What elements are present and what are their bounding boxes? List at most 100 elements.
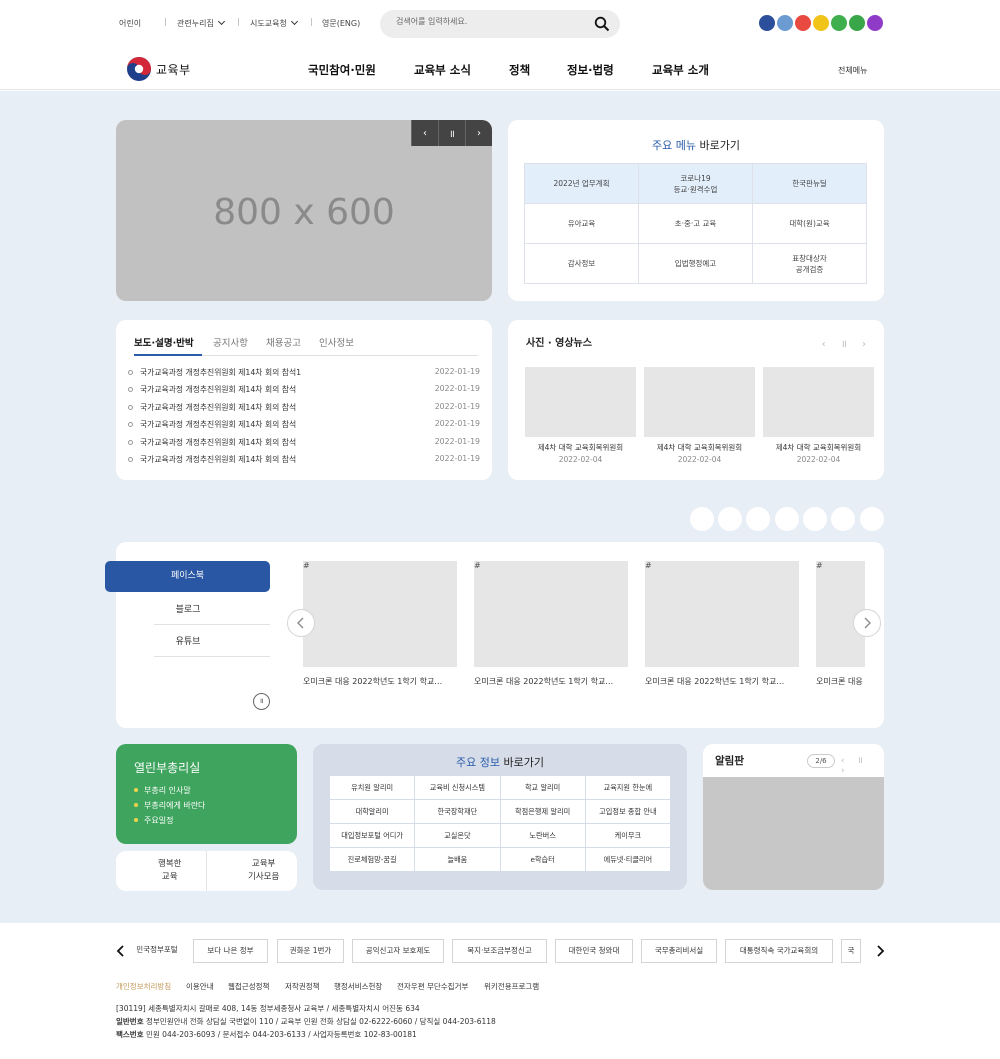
- minister-office-link[interactable]: 주요일정: [134, 815, 173, 826]
- notice-board-image[interactable]: [703, 777, 884, 890]
- press-clippings-link[interactable]: 교육부 기사모음: [248, 858, 279, 884]
- pause-button[interactable]: ॥: [438, 120, 465, 146]
- sns-pause-button[interactable]: ॥: [253, 693, 270, 710]
- policy-link-usage[interactable]: 이용안내: [186, 981, 214, 992]
- color-dot-lightblue[interactable]: [777, 15, 793, 31]
- policy-link-privacy[interactable]: 개인정보처리방침: [116, 981, 171, 992]
- policy-link-wiki[interactable]: 위키전용프로그램: [484, 981, 539, 992]
- info-link[interactable]: 한국장학재단: [414, 799, 501, 824]
- minister-office-title[interactable]: 열린부총리실: [134, 759, 200, 776]
- color-dot-red[interactable]: [795, 15, 811, 31]
- info-link[interactable]: 에듀넷·티클리어: [584, 847, 672, 872]
- quick-menu-item[interactable]: 감사정보: [524, 243, 639, 284]
- sns-next-button[interactable]: [853, 609, 881, 637]
- search-icon[interactable]: [594, 16, 610, 32]
- quick-menu-item[interactable]: 표창대상자 공개검증: [752, 243, 867, 284]
- quick-menu-item[interactable]: 대학(원)교육: [752, 203, 867, 244]
- sns-caption[interactable]: 오미크론 대응 2022학년도 1학기 학교…: [474, 676, 628, 687]
- sns-thumbnail[interactable]: #: [474, 561, 628, 667]
- list-item[interactable]: 국가교육과정 개정추진위원회 제14차 회의 참석 2022-01-19: [128, 419, 480, 436]
- tab-youtube[interactable]: 유튜브: [154, 634, 222, 647]
- color-dot-yellow[interactable]: [813, 15, 829, 31]
- related-site-link[interactable]: 민국정부포털: [126, 939, 188, 963]
- quick-menu-item[interactable]: 초·중·고 교육: [638, 203, 753, 244]
- quick-icon-circle[interactable]: [690, 507, 714, 531]
- sns-prev-button[interactable]: [287, 609, 315, 637]
- photo-thumbnail[interactable]: [644, 367, 755, 437]
- info-link[interactable]: 유치원 알리미: [328, 775, 416, 800]
- minister-office-link[interactable]: 부총리 인사말: [134, 785, 191, 796]
- info-link[interactable]: 학교 알리미: [499, 775, 586, 800]
- prev-button[interactable]: ‹: [411, 120, 438, 146]
- color-dot-green[interactable]: [831, 15, 847, 31]
- info-link[interactable]: 교실온닷: [414, 823, 501, 848]
- util-link-provincial-offices[interactable]: 시도교육청: [250, 17, 298, 29]
- info-link[interactable]: 고입정보 종합 안내: [584, 799, 672, 824]
- gnb-item-about[interactable]: 교육부 소개: [652, 62, 709, 78]
- related-site-link[interactable]: 국무총리비서실: [641, 939, 717, 963]
- related-site-link[interactable]: 공익신고자 보호제도: [352, 939, 444, 963]
- gnb-item-info-law[interactable]: 정보·법령: [567, 62, 614, 78]
- sns-caption[interactable]: 오미크론 대응: [816, 676, 868, 687]
- quick-icon-circle[interactable]: [831, 507, 855, 531]
- sns-thumbnail[interactable]: #: [645, 561, 799, 667]
- util-link-english[interactable]: 영문(ENG): [322, 18, 360, 29]
- photo-caption[interactable]: 제4차 대학 교육회복위원회 2022-02-04: [525, 442, 636, 466]
- notice-board-controls[interactable]: ‹ ॥ ›: [841, 753, 884, 776]
- info-link[interactable]: 진로체험망-꿈길: [328, 847, 416, 872]
- related-site-link[interactable]: 복지·보조금부정신고: [452, 939, 547, 963]
- gnb-item-participation[interactable]: 국민참여·민원: [308, 62, 376, 78]
- info-link[interactable]: 교육비 신청시스템: [414, 775, 501, 800]
- list-item[interactable]: 국가교육과정 개정추진위원회 제14차 회의 참석 2022-01-19: [128, 437, 480, 454]
- color-dot-purple[interactable]: [867, 15, 883, 31]
- info-link[interactable]: 교육지원 한눈에: [584, 775, 672, 800]
- list-item[interactable]: 국가교육과정 개정추진위원회 제14차 회의 참석 2022-01-19: [128, 384, 480, 401]
- color-dot-navy[interactable]: [759, 15, 775, 31]
- list-item[interactable]: 국가교육과정 개정추진위원회 제14차 회의 참석1 2022-01-19: [128, 367, 480, 384]
- quick-icon-circle[interactable]: [718, 507, 742, 531]
- gnb-item-policy[interactable]: 정책: [509, 62, 530, 78]
- info-link[interactable]: 대학알리미: [328, 799, 416, 824]
- util-link-kids[interactable]: 어린이: [119, 18, 141, 29]
- policy-link-email[interactable]: 전자우편 무단수집거부: [397, 981, 468, 992]
- quick-menu-item[interactable]: 한국판뉴딜: [752, 163, 867, 204]
- info-link[interactable]: 케이무크: [584, 823, 672, 848]
- related-site-link[interactable]: 권화운 1번가: [277, 939, 344, 963]
- related-site-link[interactable]: 대한민국 청와대: [555, 939, 633, 963]
- tab-facebook[interactable]: 페이스북: [105, 561, 270, 592]
- quick-icon-circle[interactable]: [746, 507, 770, 531]
- related-site-link[interactable]: 대통령직속 국가교육회의: [725, 939, 833, 963]
- list-item[interactable]: 국가교육과정 개정추진위원회 제14차 회의 참석 2022-01-19: [128, 454, 480, 471]
- chevron-right-icon[interactable]: [873, 944, 887, 958]
- photo-thumbnail[interactable]: [525, 367, 636, 437]
- gnb-item-news[interactable]: 교육부 소식: [414, 62, 471, 78]
- photo-caption[interactable]: 제4차 대학 교육회복위원회 2022-02-04: [763, 442, 874, 466]
- quick-menu-item[interactable]: 코로나19 등교·원격수업: [638, 163, 753, 204]
- photo-news-controls[interactable]: ‹ ॥ ›: [822, 336, 872, 350]
- quick-menu-item[interactable]: 유아교육: [524, 203, 639, 244]
- photo-thumbnail[interactable]: [763, 367, 874, 437]
- util-link-related-sites[interactable]: 관련누리집: [177, 17, 225, 29]
- photo-caption[interactable]: 제4차 대학 교육회복위원회 2022-02-04: [644, 442, 755, 466]
- list-item[interactable]: 국가교육과정 개정추진위원회 제14차 회의 참석 2022-01-19: [128, 402, 480, 419]
- info-link[interactable]: e학습터: [499, 847, 586, 872]
- info-link[interactable]: 늘배움: [414, 847, 501, 872]
- search-input[interactable]: [396, 17, 586, 26]
- quick-menu-item[interactable]: 입법행정예고: [638, 243, 753, 284]
- sns-thumbnail[interactable]: #: [303, 561, 457, 667]
- minister-office-link[interactable]: 부총리에게 바란다: [134, 800, 205, 811]
- quick-icon-circle[interactable]: [775, 507, 799, 531]
- info-link[interactable]: 학점은행제 알리미: [499, 799, 586, 824]
- tab-press[interactable]: 보도·설명·반박: [134, 335, 194, 349]
- all-menu-button[interactable]: 전체메뉴: [838, 65, 867, 76]
- main-visual-banner[interactable]: 800 x 600 ‹ ॥ ›: [116, 120, 492, 301]
- quick-menu-item[interactable]: 2022년 업무계획: [524, 163, 639, 204]
- info-link[interactable]: 대입정보포털 어디가: [328, 823, 416, 848]
- quick-icon-circle[interactable]: [803, 507, 827, 531]
- sns-caption[interactable]: 오미크론 대응 2022학년도 1학기 학교…: [645, 676, 799, 687]
- related-site-link[interactable]: 국: [841, 939, 861, 963]
- policy-link-accessibility[interactable]: 웹접근성정책: [228, 981, 269, 992]
- quick-icon-circle[interactable]: [860, 507, 884, 531]
- policy-link-charter[interactable]: 행정서비스헌장: [334, 981, 382, 992]
- related-site-link[interactable]: 보다 나은 정부: [193, 939, 268, 963]
